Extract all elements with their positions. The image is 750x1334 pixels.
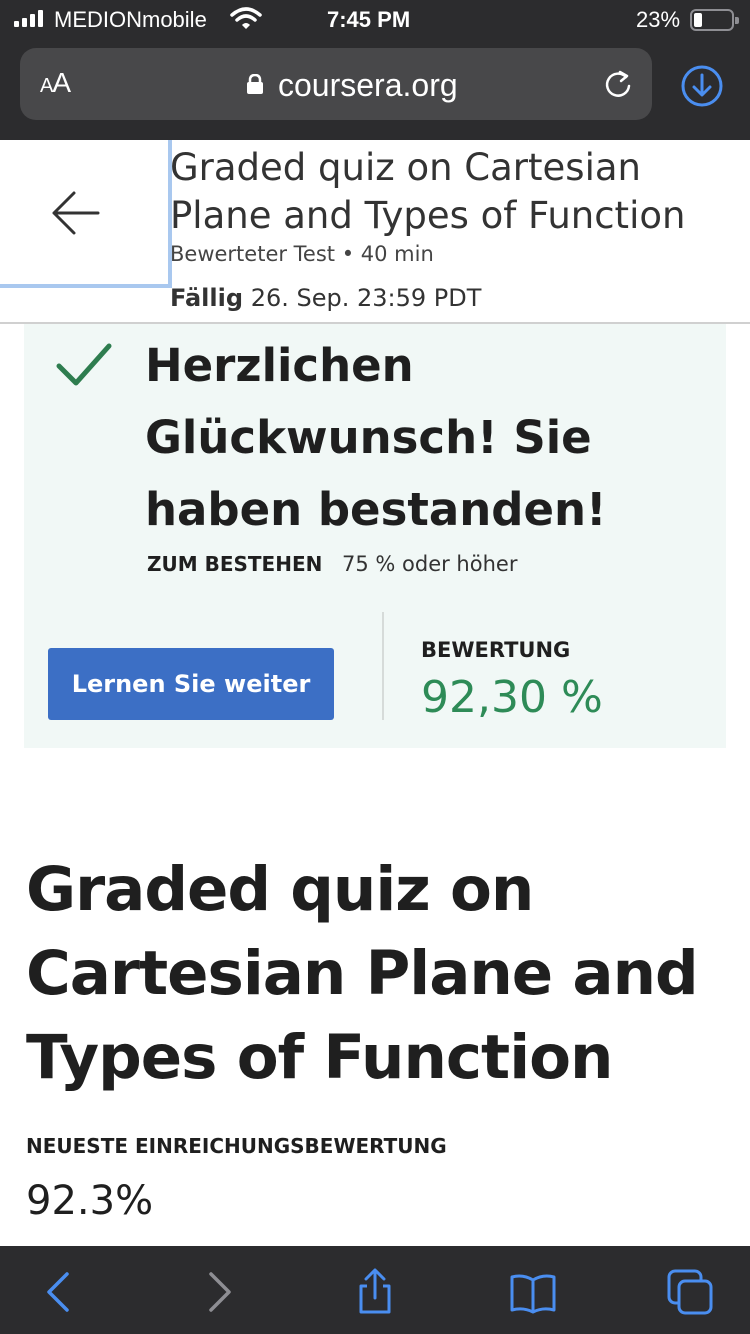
continue-learning-button[interactable]: Lernen Sie weiter — [48, 648, 334, 720]
reload-icon[interactable] — [602, 68, 634, 100]
text-size-button[interactable]: AA — [40, 67, 71, 99]
back-button[interactable] — [0, 140, 172, 288]
course-item-title: Graded quiz on Cartesian Plane and Types… — [170, 146, 686, 237]
due-date: Fällig 26. Sep. 23:59 PDT — [170, 284, 481, 312]
latest-submission-value: 92.3% — [26, 1178, 154, 1224]
grade-value: 92,30 % — [421, 672, 603, 723]
back-icon[interactable] — [35, 1268, 83, 1316]
pass-threshold-label: ZUM BESTEHEN — [147, 552, 323, 576]
battery-percent: 23% — [636, 7, 681, 32]
address-bar[interactable]: AA coursera.org — [20, 48, 652, 120]
lock-icon — [247, 74, 263, 94]
checkmark-icon — [56, 343, 112, 386]
grade-label: BEWERTUNG — [421, 638, 571, 662]
latest-submission-label: NEUESTE EINREICHUNGSBEWERTUNG — [26, 1134, 447, 1158]
panel-divider — [382, 612, 384, 720]
page-title: Graded quiz on Cartesian Plane and Types… — [26, 854, 699, 1093]
url-domain: coursera.org — [278, 67, 458, 103]
arrow-left-icon — [52, 191, 100, 235]
signal-strength-icon — [14, 9, 43, 27]
due-label: Fällig — [170, 284, 244, 312]
pass-message: Herzlichen Glückwunsch! Sie haben bestan… — [145, 339, 607, 536]
tabs-icon[interactable] — [666, 1268, 714, 1316]
pass-threshold-value: 75 % oder höher — [342, 552, 518, 576]
download-icon[interactable] — [680, 64, 724, 108]
carrier-name: MEDIONmobile — [54, 7, 207, 32]
forward-icon[interactable] — [195, 1268, 243, 1316]
battery-icon — [690, 9, 739, 31]
share-icon[interactable] — [351, 1268, 399, 1316]
status-bar: MEDIONmobile 7:45 PM 23% — [0, 0, 750, 40]
item-meta: Bewerteter Test • 40 min — [170, 242, 434, 266]
wifi-icon — [230, 7, 262, 29]
due-value: 26. Sep. 23:59 PDT — [250, 284, 482, 312]
bookmarks-icon[interactable] — [509, 1268, 557, 1316]
clock: 7:45 PM — [327, 7, 411, 32]
